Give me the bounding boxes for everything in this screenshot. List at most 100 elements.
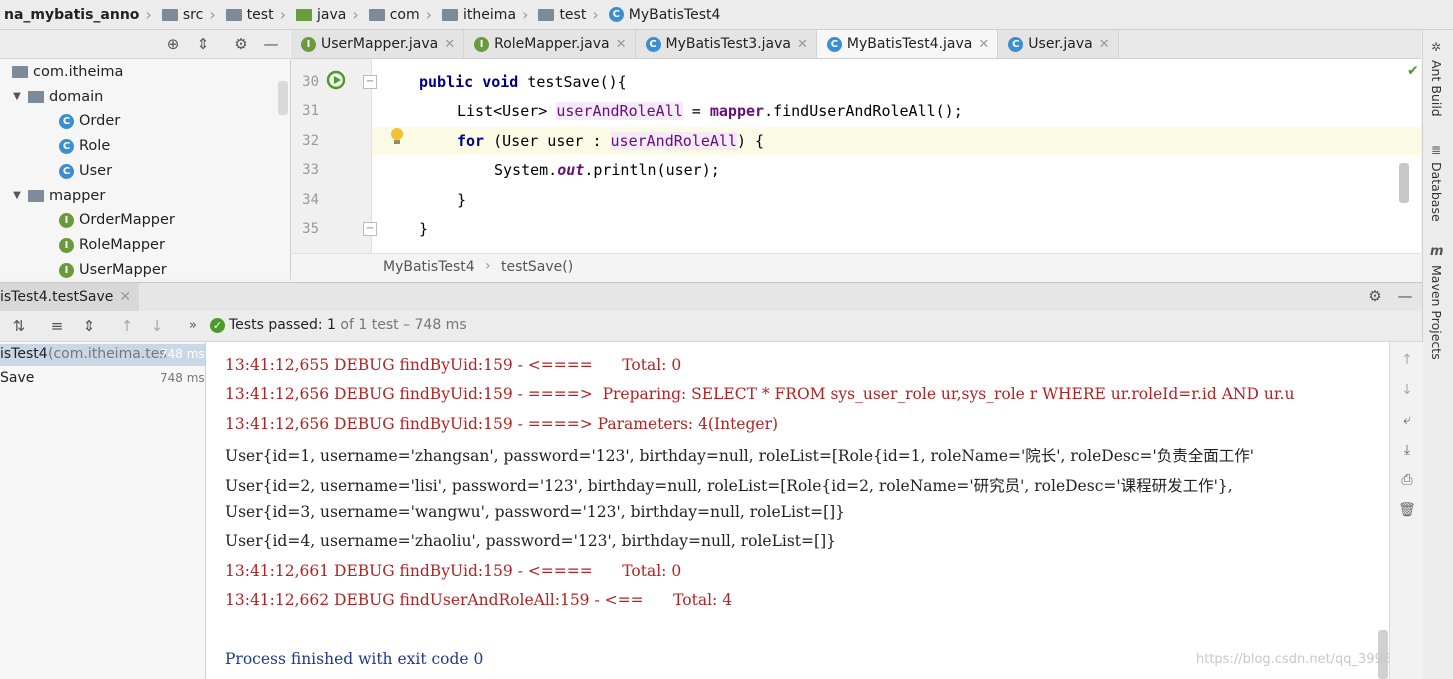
- lightbulb-icon[interactable]: [390, 127, 404, 147]
- hide-icon[interactable]: —: [1396, 287, 1414, 305]
- line-number: 30: [302, 74, 319, 90]
- code-line-31: List<User> userAndRoleAll = mapper.findU…: [457, 102, 963, 120]
- console-line: 13:41:12,661 DEBUG findByUid:159 - <====…: [225, 562, 682, 580]
- breadcrumb-java[interactable]: java ›: [292, 0, 365, 29]
- chevron-down-icon[interactable]: ▼: [10, 85, 24, 109]
- arrow-up-icon[interactable]: ↑: [118, 317, 136, 335]
- tree-item-com-itheima[interactable]: com.itheima: [12, 60, 123, 84]
- ant-build-tab[interactable]: Ant Build: [1429, 60, 1444, 117]
- breadcrumb-test[interactable]: test ›: [222, 0, 292, 29]
- collapse-all-icon[interactable]: ⇕: [194, 35, 212, 53]
- close-icon[interactable]: ✕: [797, 37, 808, 52]
- gear-icon[interactable]: ⚙: [232, 35, 250, 53]
- chevron-right-icon: ›: [592, 5, 599, 24]
- checkmark-icon: ✔: [1407, 63, 1419, 79]
- console-line: 13:41:12,656 DEBUG findByUid:159 - ====>…: [225, 385, 1295, 403]
- soft-wrap-icon[interactable]: ⤶: [1398, 412, 1416, 430]
- tab-usermapper[interactable]: I UserMapper.java ✕: [291, 30, 465, 58]
- locate-icon[interactable]: ⊕: [164, 35, 182, 53]
- close-icon[interactable]: ✕: [616, 37, 627, 52]
- maven-icon: m: [1430, 244, 1444, 259]
- test-status: Tests passed: 1 of 1 test – 748 ms: [229, 317, 467, 333]
- interface-icon: I: [474, 36, 490, 52]
- chevron-down-icon[interactable]: ▼: [10, 184, 24, 208]
- run-toolbar: ⇅ ≡ ⇕ ↑ ↓ » ✓ Tests passed: 1 of 1 test …: [0, 311, 1422, 342]
- package-icon: [442, 8, 459, 21]
- breadcrumb-project[interactable]: na_mybatis_anno ›: [0, 0, 158, 29]
- folder-icon: [161, 8, 178, 21]
- gear-icon[interactable]: ⚙: [1366, 287, 1384, 305]
- database-tab[interactable]: Database: [1429, 162, 1444, 222]
- package-icon: [28, 190, 44, 202]
- print-icon[interactable]: ⎙: [1398, 472, 1416, 490]
- editor-tabs: I UserMapper.java ✕ I RoleMapper.java ✕ C MyB…: [291, 30, 1421, 59]
- collapse-all-icon[interactable]: ⇕: [80, 317, 98, 335]
- maven-projects-tab[interactable]: Maven Projects: [1429, 265, 1444, 360]
- run-tab[interactable]: isTest4.testSave ✕: [0, 283, 140, 311]
- ant-icon: ✲: [1431, 40, 1442, 54]
- database-icon: ≣: [1431, 143, 1442, 157]
- tree-item-rolemapper[interactable]: I RoleMapper: [59, 233, 165, 257]
- close-icon[interactable]: ✕: [978, 37, 989, 52]
- close-icon[interactable]: ✕: [119, 289, 131, 305]
- tree-item-role[interactable]: C Role: [59, 134, 110, 158]
- editor-scrollbar[interactable]: [1399, 163, 1409, 203]
- console-line: User{id=2, username='lisi', password='12…: [225, 477, 1233, 495]
- fold-icon[interactable]: −: [363, 222, 377, 236]
- package-icon: [28, 91, 44, 103]
- more-icon[interactable]: »: [184, 317, 202, 335]
- package-icon: [12, 66, 28, 78]
- tree-item-user[interactable]: C User: [59, 159, 112, 183]
- close-icon[interactable]: ✕: [444, 37, 455, 52]
- breadcrumb-test-package[interactable]: test ›: [534, 0, 604, 29]
- interface-icon: I: [59, 262, 74, 278]
- sort-icon[interactable]: ⇅: [10, 317, 28, 335]
- tree-item-ordermapper[interactable]: I OrderMapper: [59, 208, 175, 232]
- arrow-down-icon[interactable]: ↓: [1398, 382, 1416, 400]
- console-output[interactable]: 13:41:12,655 DEBUG findByUid:159 - <====…: [206, 342, 1389, 679]
- console-line: 13:41:12,662 DEBUG findUserAndRoleAll:15…: [225, 591, 733, 609]
- run-test-icon[interactable]: [325, 69, 347, 91]
- editor-breadcrumb-class[interactable]: MyBatisTest4: [383, 259, 475, 275]
- breadcrumb-class[interactable]: C MyBatisTest4: [605, 0, 727, 29]
- class-icon: C: [826, 36, 842, 52]
- interface-icon: I: [59, 212, 74, 228]
- tab-mybatistest4[interactable]: C MyBatisTest4.java ✕: [816, 30, 999, 58]
- test-results-tree: isTest4 (com.itheima.tes 748 ms Save 748…: [0, 342, 206, 679]
- arrow-down-icon[interactable]: ↓: [148, 317, 166, 335]
- tab-rolemapper[interactable]: I RoleMapper.java ✕: [464, 30, 636, 58]
- tree-scrollbar[interactable]: [278, 81, 288, 115]
- tab-mybatistest3[interactable]: C MyBatisTest3.java ✕: [635, 30, 817, 58]
- trash-icon[interactable]: 🗑: [1398, 502, 1416, 520]
- chevron-right-icon: ›: [425, 5, 433, 24]
- code-line-33: System.out.println(user);: [494, 161, 720, 179]
- expand-all-icon[interactable]: ≡: [48, 317, 66, 335]
- arrow-up-icon[interactable]: ↑: [1398, 352, 1416, 370]
- chevron-right-icon: ›: [522, 5, 529, 24]
- project-tree: com.itheima ▼ domain C Order C Role C User ▼…: [0, 59, 291, 279]
- class-icon: C: [59, 113, 74, 129]
- test-row[interactable]: Save 748 ms: [0, 368, 205, 390]
- code-editor[interactable]: 30 31 32 33 34 35 − − public void testSa…: [291, 59, 1421, 282]
- chevron-right-icon: ›: [279, 5, 286, 24]
- tree-item-domain[interactable]: ▼ domain: [10, 85, 103, 109]
- editor-gutter: 30 31 32 33 34 35 − −: [291, 59, 403, 253]
- tree-item-order[interactable]: C Order: [59, 109, 120, 133]
- fold-icon[interactable]: −: [363, 75, 377, 89]
- class-icon: C: [608, 7, 624, 22]
- tree-item-usermapper[interactable]: I UserMapper: [59, 258, 167, 279]
- breadcrumb-com[interactable]: com ›: [365, 0, 438, 29]
- tree-item-mapper[interactable]: ▼ mapper: [10, 184, 105, 208]
- code-line-30: public void testSave(){: [419, 73, 627, 91]
- editor-breadcrumb-method[interactable]: testSave(): [501, 259, 573, 275]
- breadcrumb-src[interactable]: src ›: [158, 0, 222, 29]
- scroll-to-end-icon[interactable]: ⤓: [1398, 442, 1416, 460]
- hide-icon[interactable]: —: [262, 35, 280, 53]
- line-number: 31: [302, 103, 319, 119]
- watermark: https://blog.csdn.net/qq_39965800: [1196, 652, 1389, 667]
- close-icon[interactable]: ✕: [1099, 37, 1110, 52]
- console-line: User{id=3, username='wangwu', password='…: [225, 503, 846, 521]
- tab-user[interactable]: C User.java ✕: [998, 30, 1119, 58]
- breadcrumb-itheima[interactable]: itheima ›: [438, 0, 534, 29]
- test-row-selected[interactable]: isTest4 (com.itheima.tes 748 ms: [0, 344, 205, 366]
